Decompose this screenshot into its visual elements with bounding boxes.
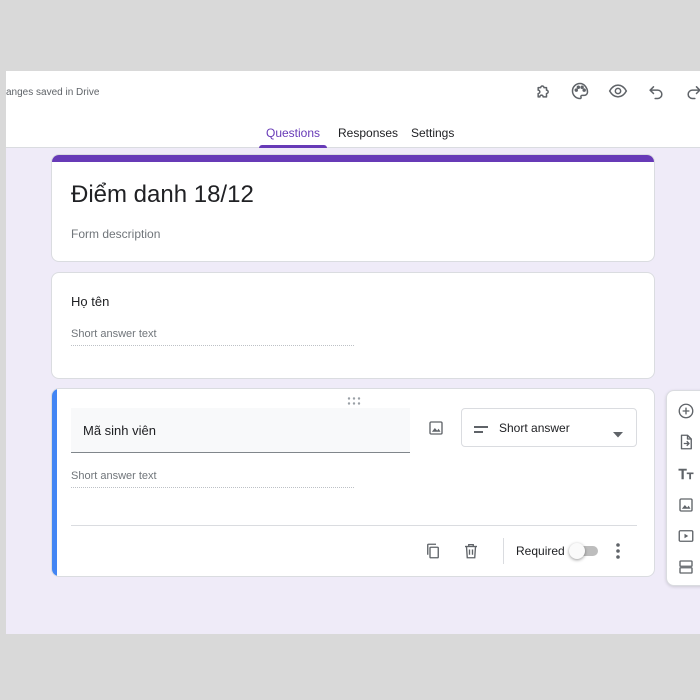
more-options-icon[interactable] bbox=[609, 539, 627, 563]
active-question-indicator bbox=[52, 389, 57, 576]
drag-handle-icon[interactable] bbox=[346, 393, 362, 405]
add-section-icon[interactable] bbox=[675, 556, 697, 578]
add-image-icon[interactable] bbox=[424, 416, 448, 440]
question-type-label: Short answer bbox=[499, 421, 570, 435]
short-answer-placeholder: Short answer text bbox=[71, 470, 354, 488]
form-header-card: Điểm danh 18/12 Form description bbox=[51, 154, 655, 262]
toggle-knob bbox=[569, 543, 585, 559]
trash-icon[interactable] bbox=[459, 539, 483, 563]
question-title: Họ tên bbox=[71, 294, 110, 309]
duplicate-icon[interactable] bbox=[421, 539, 445, 563]
question-title: Mã sinh viên bbox=[83, 423, 156, 438]
tab-responses[interactable]: Responses bbox=[338, 126, 398, 140]
chevron-down-icon bbox=[613, 425, 623, 438]
add-title-icon[interactable] bbox=[675, 463, 697, 485]
short-answer-placeholder: Short answer text bbox=[71, 328, 354, 346]
save-status: anges saved in Drive bbox=[6, 87, 100, 98]
top-bar: anges saved in Drive Questions Responses… bbox=[6, 71, 700, 148]
tab-settings[interactable]: Settings bbox=[411, 126, 454, 140]
eye-preview-icon[interactable] bbox=[606, 79, 630, 103]
form-title[interactable]: Điểm danh 18/12 bbox=[71, 181, 254, 209]
add-image-icon[interactable] bbox=[675, 494, 697, 516]
add-video-icon[interactable] bbox=[675, 525, 697, 547]
short-answer-icon bbox=[474, 422, 488, 433]
form-description-field[interactable]: Form description bbox=[71, 227, 160, 241]
theme-accent-bar bbox=[52, 155, 654, 162]
import-questions-icon[interactable] bbox=[675, 431, 697, 453]
add-on-puzzle-icon[interactable] bbox=[532, 79, 556, 103]
palette-icon[interactable] bbox=[568, 79, 592, 103]
form-editor-window: anges saved in Drive Questions Responses… bbox=[6, 71, 700, 634]
question-type-dropdown[interactable]: Short answer bbox=[461, 408, 637, 447]
question-card[interactable]: Họ tên Short answer text bbox=[51, 272, 655, 379]
undo-icon[interactable] bbox=[644, 79, 668, 103]
required-label: Required bbox=[516, 544, 565, 558]
active-tab-indicator bbox=[259, 145, 327, 148]
add-question-icon[interactable] bbox=[675, 400, 697, 422]
redo-icon[interactable] bbox=[682, 79, 700, 103]
footer-separator bbox=[503, 538, 504, 564]
tab-questions[interactable]: Questions bbox=[266, 126, 320, 140]
question-card-active[interactable]: Mã sinh viên Short answer Short answer t… bbox=[51, 388, 655, 577]
divider bbox=[71, 525, 637, 526]
floating-toolbar bbox=[666, 390, 700, 586]
question-title-input[interactable]: Mã sinh viên bbox=[71, 408, 410, 453]
required-toggle[interactable] bbox=[569, 543, 599, 559]
